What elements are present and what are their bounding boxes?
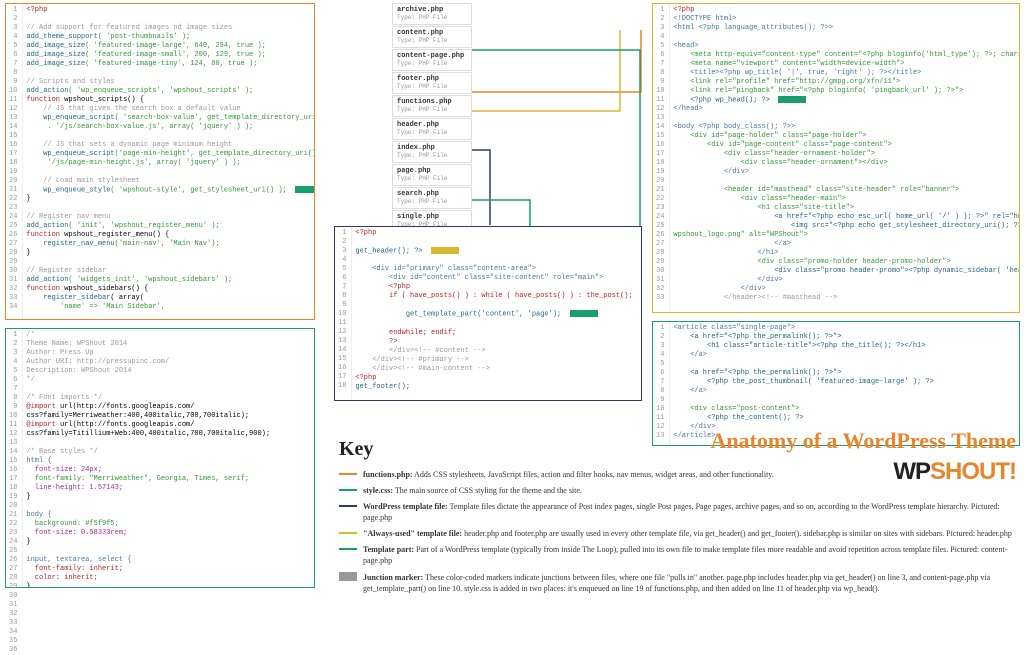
line-gutter: 1234567891011121314151617181920212223242…	[6, 329, 23, 587]
file-item: index.phpType: PHP File	[392, 141, 472, 163]
style-css-panel: 1234567891011121314151617181920212223242…	[5, 328, 315, 588]
line-gutter: 123456789101112131415161718	[335, 227, 352, 400]
junction-marker-green	[778, 96, 806, 103]
line-gutter: 1234567891011121314151617181920212223242…	[653, 4, 670, 312]
junction-marker-green	[295, 186, 314, 193]
line-gutter: 12345678910111213	[653, 322, 670, 445]
key-legend: Key functions.php: Adds CSS stylesheets,…	[339, 438, 1019, 599]
key-item: "Always-used" template file: header.php …	[339, 528, 1019, 539]
key-swatch-gray	[339, 572, 357, 581]
file-item: archive.phpType: PHP File	[392, 3, 472, 25]
key-swatch-green	[339, 489, 357, 491]
content-page-source: <article class="single-page"> <a href="<…	[670, 322, 1019, 445]
file-item: content.phpType: PHP File	[392, 26, 472, 48]
junction-marker-yellow	[431, 247, 459, 254]
style-source: /* Theme Name: WPShout 2014 Author: Pres…	[23, 329, 314, 587]
file-item: content-page.phpType: PHP File	[392, 49, 472, 71]
key-swatch-yellow	[339, 532, 357, 534]
line-gutter: 1234567891011121314151617181920212223242…	[6, 4, 23, 319]
key-item: Template part: Part of a WordPress templ…	[339, 544, 1019, 566]
key-swatch-navy	[339, 505, 357, 507]
key-swatch-green2	[339, 548, 357, 550]
key-heading: Key	[339, 438, 1019, 461]
functions-php-panel: 1234567891011121314151617181920212223242…	[5, 3, 315, 320]
file-list: archive.phpType: PHP File content.phpTyp…	[392, 3, 472, 256]
key-swatch-orange	[339, 473, 357, 475]
functions-source: <?php // Add support for featured images…	[23, 4, 314, 319]
file-item: functions.phpType: PHP File	[392, 95, 472, 117]
page-source: <?php get_header(); ?> <div id="primary"…	[352, 227, 641, 400]
junction-marker-green	[570, 310, 598, 317]
header-php-panel: 1234567891011121314151617181920212223242…	[652, 3, 1020, 313]
file-item: header.phpType: PHP File	[392, 118, 472, 140]
page-php-panel: 123456789101112131415161718 <?php get_he…	[334, 226, 642, 401]
file-item: page.phpType: PHP File	[392, 164, 472, 186]
file-item: footer.phpType: PHP File	[392, 72, 472, 94]
key-item: WordPress template file: Template files …	[339, 501, 1019, 523]
key-item: functions.php: Adds CSS stylesheets, Jav…	[339, 469, 1019, 480]
key-item: style.css: The main source of CSS stylin…	[339, 485, 1019, 496]
file-item: search.phpType: PHP File	[392, 187, 472, 209]
header-source: <?php <!DOCTYPE html> <html <?php langua…	[670, 4, 1019, 312]
